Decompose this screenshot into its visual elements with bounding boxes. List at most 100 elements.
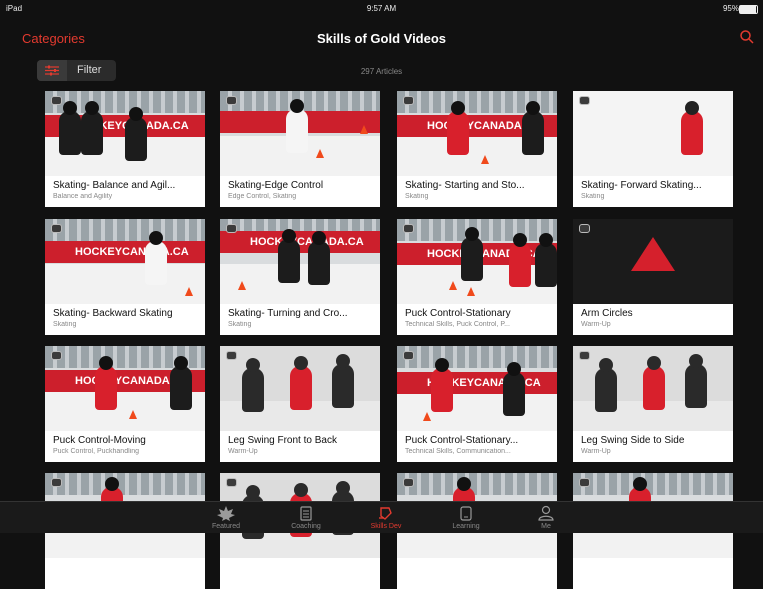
player-figure xyxy=(431,368,453,412)
video-card[interactable]: Arm Circles Warm-Up xyxy=(573,219,733,335)
player-figure xyxy=(290,366,312,410)
card-title: Skating- Backward Skating xyxy=(53,308,173,319)
card-subtitle: Technical Skills, Communication... xyxy=(405,448,511,455)
helmet xyxy=(312,231,326,245)
player-figure xyxy=(332,364,354,408)
video-thumbnail xyxy=(573,91,733,176)
tab-learning[interactable]: Learning xyxy=(426,502,506,533)
video-thumbnail: HOCKEYCANADA.CA xyxy=(397,91,557,176)
player-figure xyxy=(681,111,703,155)
card-title: Skating-Edge Control xyxy=(228,180,324,191)
video-card[interactable]: HOCKEYCANADA.CA Puck Control-Stationary Te… xyxy=(397,219,557,335)
video-badge-icon xyxy=(579,478,590,487)
video-card[interactable]: HOCKEYCANADA.CA Skating- Starting and Sto… xyxy=(397,91,557,207)
video-card[interactable]: HOCKEYCANADA.CA Puck Control-Moving Puck C… xyxy=(45,346,205,462)
player-figure xyxy=(643,366,665,410)
cone xyxy=(360,125,368,134)
video-thumbnail: HOCKEYCANADA.CA xyxy=(45,91,205,176)
video-card[interactable]: Skating-Edge Control Edge Control, Skatin… xyxy=(220,91,380,207)
tab-featured[interactable]: Featured xyxy=(186,502,266,533)
video-badge-icon xyxy=(403,96,414,105)
card-subtitle: Warm-Up xyxy=(581,448,611,455)
tab-label: Skills Dev xyxy=(370,523,402,530)
helmet xyxy=(290,99,304,113)
player-figure xyxy=(522,111,544,155)
card-subtitle: Warm-Up xyxy=(581,321,611,328)
card-subtitle: Balance and Agility xyxy=(53,193,113,200)
video-thumbnail: HOCKEYCANADA.CA xyxy=(397,346,557,431)
video-card[interactable]: Leg Swing Front to Back Warm-Up xyxy=(220,346,380,462)
helmet xyxy=(63,101,77,115)
card-title: Puck Control-Stationary... xyxy=(405,435,519,446)
ice-surface xyxy=(397,391,557,431)
card-title: Leg Swing Front to Back xyxy=(228,435,337,446)
helmet xyxy=(336,354,350,368)
player-figure xyxy=(447,111,469,155)
helmet xyxy=(85,101,99,115)
video-badge-icon xyxy=(226,96,237,105)
helmet xyxy=(105,477,119,491)
video-grid: HOCKEYCANADA.CA Skating- Balance and Agil… xyxy=(0,0,763,589)
helmet xyxy=(599,358,613,372)
helmet xyxy=(294,356,308,370)
player-figure xyxy=(125,117,147,161)
video-badge-icon xyxy=(579,351,590,360)
video-badge-icon xyxy=(51,351,62,360)
video-thumbnail xyxy=(573,346,733,431)
video-card[interactable]: HOCKEYCANADA.CA Puck Control-Stationary..… xyxy=(397,346,557,462)
tab-label: Me xyxy=(541,523,551,530)
tab-label: Learning xyxy=(452,523,480,530)
video-card[interactable]: Skating- Forward Skating... Skating xyxy=(573,91,733,207)
cone xyxy=(449,281,457,290)
video-thumbnail: HOCKEYCANADA.CA xyxy=(45,346,205,431)
ice-surface xyxy=(45,264,205,304)
player-figure xyxy=(95,366,117,410)
video-badge-icon xyxy=(51,478,62,487)
card-subtitle: Puck Control, Puckhandling xyxy=(53,448,139,455)
player-figure xyxy=(145,241,167,285)
tab-bar: Featured Coaching Skills Dev Learning Me xyxy=(0,501,763,533)
helmet xyxy=(129,107,143,121)
maple-leaf-icon xyxy=(217,506,235,521)
video-badge-icon xyxy=(226,478,237,487)
video-thumbnail xyxy=(220,346,380,431)
video-card[interactable]: HOCKEYCANADA.CA Skating- Backward Skating… xyxy=(45,219,205,335)
helmet xyxy=(451,101,465,115)
card-title: Puck Control-Stationary xyxy=(405,308,511,319)
helmet xyxy=(526,101,540,115)
helmet xyxy=(336,481,350,495)
card-subtitle: Warm-Up xyxy=(228,448,258,455)
video-badge-icon xyxy=(403,224,414,233)
video-thumbnail: HOCKEYCANADA.CA xyxy=(397,219,557,304)
helmet xyxy=(246,358,260,372)
clipboard-icon xyxy=(300,506,312,521)
video-card[interactable]: HOCKEYCANADA.CA Skating- Turning and Cro.… xyxy=(220,219,380,335)
player-figure xyxy=(535,243,557,287)
arena-seats xyxy=(573,473,733,495)
video-badge-icon xyxy=(226,224,237,233)
card-subtitle: Skating xyxy=(53,321,77,328)
cone xyxy=(238,281,246,290)
tab-coaching[interactable]: Coaching xyxy=(266,502,346,533)
video-badge-icon xyxy=(51,96,62,105)
video-thumbnail: HOCKEYCANADA.CA xyxy=(45,219,205,304)
tab-label: Coaching xyxy=(291,523,321,530)
helmet xyxy=(246,485,260,499)
video-badge-icon xyxy=(579,96,590,105)
video-card[interactable]: HOCKEYCANADA.CA Skating- Balance and Agil… xyxy=(45,91,205,207)
helmet xyxy=(513,233,527,247)
card-subtitle: Skating xyxy=(228,321,252,328)
video-thumbnail: HOCKEYCANADA.CA xyxy=(220,219,380,304)
player-figure xyxy=(503,372,525,416)
cone xyxy=(185,287,193,296)
video-card[interactable]: Leg Swing Side to Side Warm-Up xyxy=(573,346,733,462)
helmet xyxy=(539,233,553,247)
arena-seats xyxy=(397,346,557,368)
helmet xyxy=(689,354,703,368)
helmet xyxy=(282,229,296,243)
tab-skills-dev[interactable]: Skills Dev xyxy=(346,502,426,533)
tab-me[interactable]: Me xyxy=(506,502,586,533)
helmet xyxy=(465,227,479,241)
video-badge-icon xyxy=(403,351,414,360)
card-title: Arm Circles xyxy=(581,308,633,319)
